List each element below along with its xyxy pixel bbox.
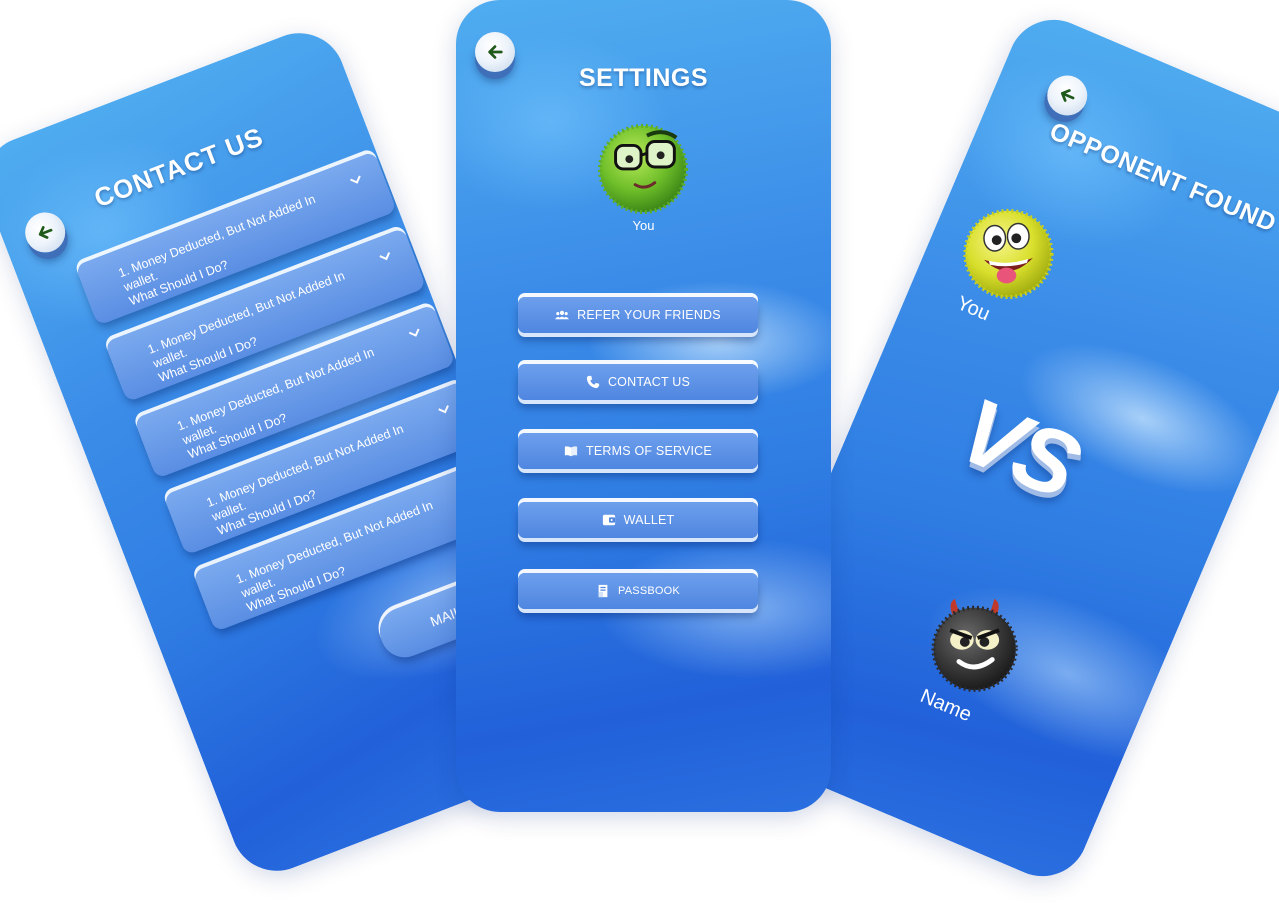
phone-icon: [586, 375, 600, 389]
terms-of-service-button[interactable]: TERMS OF SERVICE: [518, 433, 758, 469]
back-arrow-icon: [1060, 89, 1075, 102]
wallet-icon: [602, 514, 615, 526]
chevron-down-icon[interactable]: [435, 401, 453, 419]
passbook-button[interactable]: PASSBOOK: [518, 573, 758, 609]
player-avatar: [963, 208, 1054, 300]
vs-text: VS: [945, 378, 1091, 518]
wallet-label: WALLET: [623, 513, 675, 527]
user-name: You: [632, 218, 655, 233]
page-title: SETTINGS: [578, 64, 708, 92]
users-icon: [555, 310, 570, 320]
chevron-down-icon[interactable]: [347, 171, 365, 189]
back-arrow-icon: [488, 45, 503, 59]
passbook-label: PASSBOOK: [618, 585, 680, 597]
settings-screen: SETTINGS You REFER YOUR FRIENDS CONTACT …: [456, 0, 831, 812]
book-icon: [564, 446, 578, 457]
refer-friends-label: REFER YOUR FRIENDS: [577, 308, 721, 322]
wallet-button[interactable]: WALLET: [518, 502, 758, 538]
passbook-icon: [598, 584, 608, 598]
opponent-avatar: [931, 598, 1018, 692]
chevron-down-icon[interactable]: [377, 248, 395, 266]
terms-of-service-label: TERMS OF SERVICE: [586, 444, 712, 458]
chevron-down-icon[interactable]: [406, 325, 424, 343]
user-avatar: [597, 123, 689, 215]
contact-us-label: CONTACT US: [607, 375, 691, 389]
contact-us-button[interactable]: CONTACT US: [518, 364, 758, 400]
refer-friends-button[interactable]: REFER YOUR FRIENDS: [518, 297, 758, 333]
